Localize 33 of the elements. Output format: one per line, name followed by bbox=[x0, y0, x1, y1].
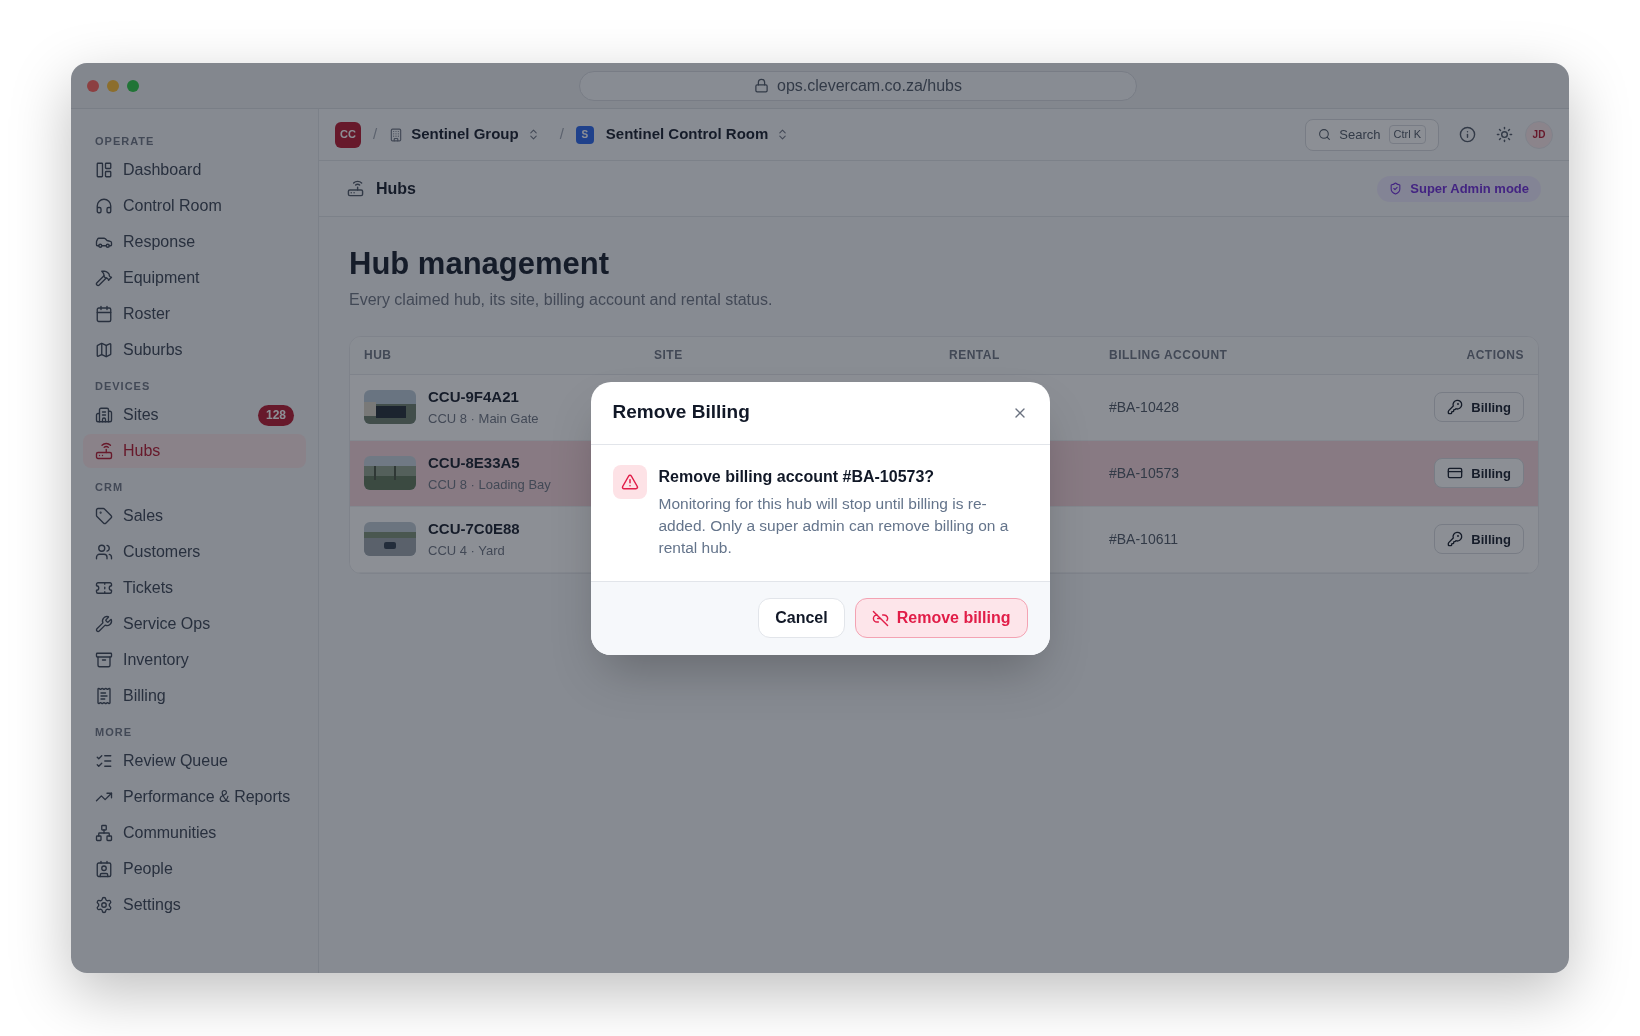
org-logo: CC bbox=[335, 121, 361, 148]
section-title: CRM bbox=[94, 479, 125, 495]
site-logo: S bbox=[575, 125, 594, 144]
dialog-question: Remove billing account #BA-10573? bbox=[658, 466, 936, 487]
section-title: DEVICES bbox=[94, 378, 152, 394]
hub-detail: CCU 8 · Main Gate bbox=[428, 409, 539, 428]
count-badge: 128 bbox=[257, 404, 294, 426]
column-header: ACTIONS bbox=[1466, 347, 1524, 365]
column-header: SITE bbox=[654, 347, 684, 365]
hub-id: CCU-9F4A21 bbox=[428, 387, 520, 408]
mode-badge: Super Admin mode bbox=[1377, 175, 1541, 202]
page-heading: Hub management bbox=[349, 245, 611, 283]
hub-id: CCU-7C0E88 bbox=[428, 519, 520, 540]
billing-account: #BA-10611 bbox=[1109, 529, 1179, 549]
dialog-message: Monitoring for this hub will stop until billing is re-added. Only a super admin can remove billing on a rental hub. bbox=[658, 493, 1010, 558]
column-header: HUB bbox=[364, 347, 393, 365]
column-header: BILLING ACCOUNT bbox=[1109, 347, 1229, 365]
column-header: RENTAL bbox=[949, 347, 1001, 365]
search-label: Search bbox=[1339, 125, 1381, 144]
section-title: OPERATE bbox=[94, 133, 156, 149]
billing-account: #BA-10428 bbox=[1109, 397, 1181, 417]
url-text: ops.clevercam.co.za/hubs bbox=[777, 75, 962, 96]
page-title: Hubs bbox=[376, 178, 416, 199]
dialog-title: Remove Billing bbox=[612, 400, 750, 425]
page-subtitle: Every claimed hub, its site, billing account and rental status. bbox=[349, 289, 774, 310]
shortcut-key: Ctrl K bbox=[1388, 125, 1426, 144]
hub-detail: CCU 4 · Yard bbox=[428, 541, 506, 560]
breadcrumb-separator: / bbox=[559, 124, 564, 145]
breadcrumb-separator: / bbox=[373, 124, 378, 145]
hub-detail: CCU 8 · Loading Bay bbox=[428, 475, 551, 494]
section-title: MORE bbox=[94, 724, 133, 740]
billing-account: #BA-10573 bbox=[1109, 463, 1181, 483]
hub-id: CCU-8E33A5 bbox=[428, 453, 521, 474]
